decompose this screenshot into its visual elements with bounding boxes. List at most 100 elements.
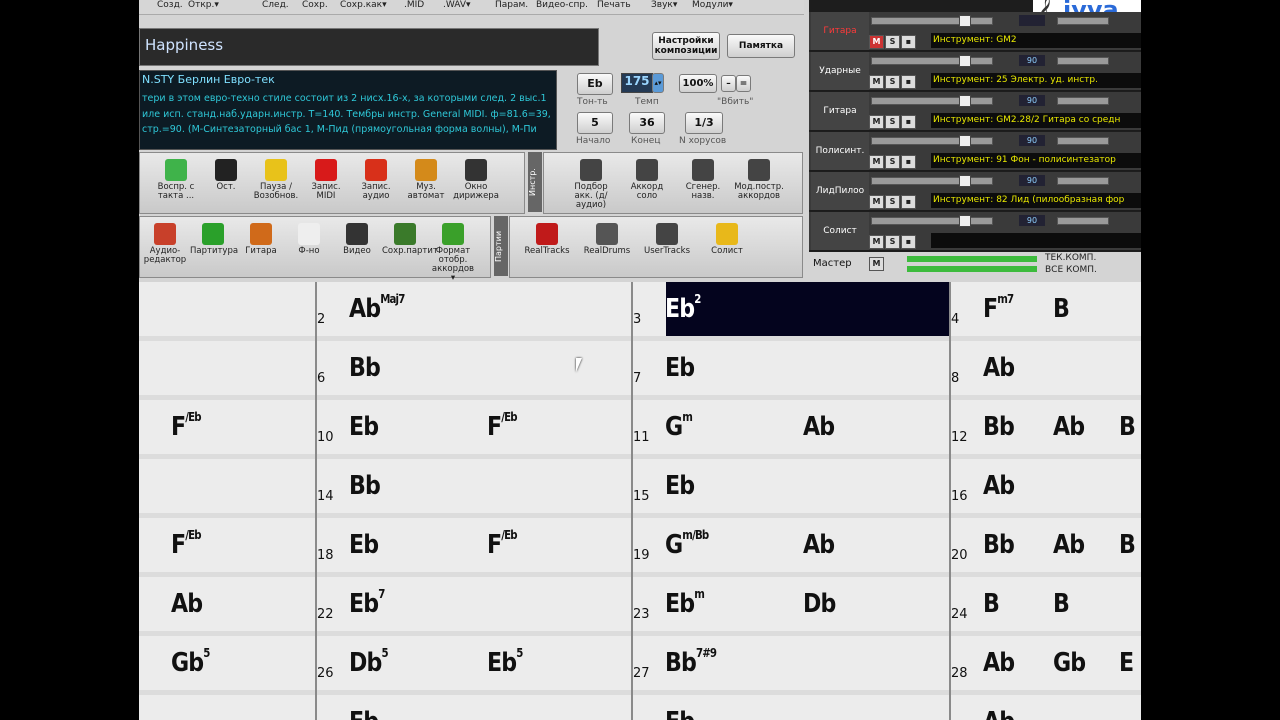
fx-button[interactable]: ▪ bbox=[901, 195, 916, 209]
chord-symbol[interactable]: Fm7 bbox=[983, 292, 1014, 324]
chord-symbol[interactable]: Ab bbox=[803, 530, 835, 560]
toolbar-button[interactable]: Солист bbox=[698, 223, 756, 256]
toolbar-button[interactable]: Сгенер. назв. bbox=[676, 159, 730, 201]
toolbar-button[interactable]: Партитура bbox=[190, 223, 238, 256]
chord-symbol[interactable]: B bbox=[1053, 589, 1070, 619]
pan-slider[interactable] bbox=[1057, 217, 1109, 225]
toolbar-button[interactable]: UserTracks bbox=[638, 223, 696, 256]
fx-button[interactable]: ▪ bbox=[901, 235, 916, 249]
mute-button[interactable]: M bbox=[869, 235, 884, 249]
mute-button[interactable]: M bbox=[869, 35, 884, 49]
track-name[interactable]: Полисинт. bbox=[811, 132, 869, 170]
toolbar-button[interactable]: Гитара bbox=[238, 223, 284, 256]
song-settings-button[interactable]: Настройки композиции bbox=[652, 32, 720, 60]
menu-item[interactable]: Печать bbox=[597, 0, 631, 10]
solo-button[interactable]: S bbox=[885, 235, 900, 249]
chord-symbol[interactable]: Db5 bbox=[349, 646, 389, 678]
choruses-button[interactable]: 1/3 bbox=[685, 112, 723, 134]
menu-item[interactable]: Сохр.как▾ bbox=[340, 0, 387, 10]
chord-symbol[interactable]: Bb bbox=[349, 353, 381, 383]
menu-item[interactable]: Модули▾ bbox=[692, 0, 733, 10]
chord-symbol[interactable]: F/Eb bbox=[171, 528, 202, 560]
instrument-display[interactable]: Инструмент: GM2 bbox=[931, 33, 1141, 48]
chord-symbol[interactable]: Eb bbox=[349, 707, 379, 720]
chord-symbol[interactable]: B bbox=[1119, 530, 1136, 560]
chord-symbol[interactable]: AbMaj7 bbox=[349, 292, 405, 324]
volume-slider[interactable] bbox=[871, 17, 993, 25]
chord-sheet[interactable]: 2 AbMaj7 3 Eb2 4 Fm7 B 6 Bb 7 Eb 8 Ab F/Eb 10 Eb F/Eb 11 G… bbox=[139, 282, 1141, 720]
volume-slider[interactable] bbox=[871, 57, 993, 65]
style-info-panel[interactable]: N.STY Берлин Евро-тек тери в этом евро-т… bbox=[139, 70, 557, 150]
toolbar-button[interactable]: Воспр. с такта ... bbox=[152, 159, 200, 201]
chord-symbol[interactable]: Gb bbox=[1053, 648, 1086, 678]
mute-button[interactable]: M bbox=[869, 195, 884, 209]
pan-slider[interactable] bbox=[1057, 177, 1109, 185]
toolbar-button[interactable]: Муз. автомат bbox=[402, 159, 450, 201]
memo-button[interactable]: Памятка bbox=[727, 34, 795, 58]
minus-button[interactable]: – bbox=[721, 75, 736, 92]
instrument-display[interactable]: Инструмент: 25 Электр. уд. инстр. bbox=[931, 73, 1141, 88]
instrument-display[interactable]: Инструмент: 82 Лид (пилообразная фор bbox=[931, 193, 1141, 208]
toolbar-button[interactable]: Ост. bbox=[202, 159, 250, 192]
volume-knob[interactable] bbox=[959, 215, 971, 227]
chord-symbol[interactable]: Bb7#9 bbox=[665, 646, 717, 678]
chord-symbol[interactable]: B bbox=[1119, 412, 1136, 442]
menu-item[interactable]: Откр.▾ bbox=[188, 0, 219, 10]
toolbar-button[interactable]: Аккорд соло bbox=[620, 159, 674, 201]
chord-symbol[interactable]: Eb2 bbox=[665, 292, 701, 324]
chord-symbol[interactable]: Db bbox=[803, 589, 836, 619]
chord-symbol[interactable]: Ab bbox=[1053, 530, 1085, 560]
key-button[interactable]: Eb bbox=[577, 73, 613, 95]
solo-button[interactable]: S bbox=[885, 195, 900, 209]
chord-symbol[interactable]: F/Eb bbox=[487, 528, 518, 560]
volume-knob[interactable] bbox=[959, 175, 971, 187]
fx-button[interactable]: ▪ bbox=[901, 75, 916, 89]
chord-symbol[interactable]: Eb bbox=[665, 471, 695, 501]
track-name[interactable]: Гитара bbox=[811, 92, 869, 130]
chord-symbol[interactable]: Ab bbox=[983, 648, 1015, 678]
chord-symbol[interactable]: Eb5 bbox=[487, 646, 523, 678]
toolbar-button[interactable]: Запис. аудио bbox=[352, 159, 400, 201]
fx-button[interactable]: ▪ bbox=[901, 35, 916, 49]
volume-button[interactable]: 100% bbox=[679, 74, 717, 93]
toolbar-button[interactable]: Аудио-редактор bbox=[142, 223, 188, 265]
toolbar-button[interactable]: Мод.постр. аккордов bbox=[732, 159, 786, 201]
instrument-display[interactable]: Инструмент: 91 Фон - полисинтезатор bbox=[931, 153, 1141, 168]
volume-slider[interactable] bbox=[871, 97, 993, 105]
pan-slider[interactable] bbox=[1057, 17, 1109, 25]
chord-symbol[interactable]: Eb bbox=[349, 412, 379, 442]
chord-symbol[interactable]: Ab bbox=[1053, 412, 1085, 442]
toolbar-button[interactable]: Видео bbox=[334, 223, 380, 256]
track-name[interactable]: Гитара bbox=[811, 12, 869, 50]
solo-button[interactable]: S bbox=[885, 155, 900, 169]
chord-symbol[interactable]: Gb5 bbox=[171, 646, 210, 678]
chord-symbol[interactable]: Eb bbox=[349, 530, 379, 560]
toolbar-button[interactable]: Окно дирижера bbox=[452, 159, 500, 201]
chord-symbol[interactable]: F/Eb bbox=[487, 410, 518, 442]
current-song-label[interactable]: ТЕК.КОМП. bbox=[1045, 253, 1096, 263]
chord-symbol[interactable]: Ab bbox=[983, 707, 1015, 720]
chord-symbol[interactable]: Gm bbox=[665, 410, 693, 442]
chord-symbol[interactable]: Ab bbox=[983, 353, 1015, 383]
start-button[interactable]: 5 bbox=[577, 112, 613, 134]
track-name[interactable]: ЛидПилоо bbox=[811, 172, 869, 210]
volume-knob[interactable] bbox=[959, 135, 971, 147]
pan-slider[interactable] bbox=[1057, 137, 1109, 145]
menu-item[interactable]: .MID bbox=[404, 0, 424, 10]
chord-symbol[interactable]: Eb7 bbox=[349, 587, 385, 619]
pan-slider[interactable] bbox=[1057, 97, 1109, 105]
chord-symbol[interactable]: Gm/Bb bbox=[665, 528, 709, 560]
track-name[interactable]: Ударные bbox=[811, 52, 869, 90]
toolbar-button[interactable]: RealDrums bbox=[578, 223, 636, 256]
menu-item[interactable]: Созд. bbox=[157, 0, 183, 10]
volume-slider[interactable] bbox=[871, 217, 993, 225]
mute-button[interactable]: M bbox=[869, 155, 884, 169]
menu-item[interactable]: Видео-спр. bbox=[536, 0, 588, 10]
toolbar-button[interactable]: Пауза / Возобнов. bbox=[252, 159, 300, 201]
all-songs-label[interactable]: ВСЕ КОМП. bbox=[1045, 265, 1097, 275]
fx-button[interactable]: ▪ bbox=[901, 155, 916, 169]
tempo-spinner[interactable]: ▴▾ bbox=[652, 73, 664, 93]
tempo-display[interactable]: 175 bbox=[621, 73, 653, 93]
chord-symbol[interactable]: B bbox=[983, 589, 1000, 619]
volume-knob[interactable] bbox=[959, 15, 971, 27]
